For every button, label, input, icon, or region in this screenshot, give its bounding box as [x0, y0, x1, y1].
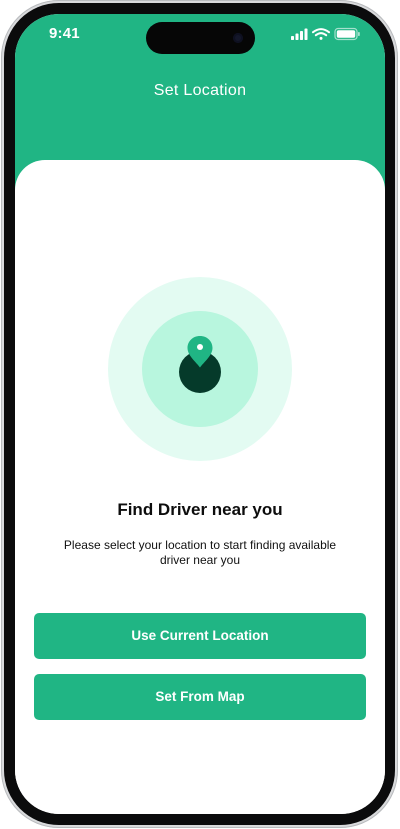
signal-icon	[291, 28, 308, 40]
wifi-icon	[312, 28, 330, 40]
status-bar: 9:41	[15, 14, 385, 56]
location-pin-icon	[187, 336, 213, 368]
location-illustration	[108, 277, 292, 461]
set-from-map-button[interactable]: Set From Map	[34, 674, 366, 720]
app-screen: 9:41 Set Location Find Driver near you P…	[15, 14, 385, 814]
description-text: Please select your location to start fin…	[63, 538, 337, 567]
battery-icon	[334, 27, 360, 41]
headline: Find Driver near you	[117, 500, 283, 519]
dynamic-island	[146, 22, 255, 54]
page-title: Set Location	[153, 82, 247, 99]
phone-device: 9:41 Set Location Find Driver near you P…	[0, 0, 400, 829]
status-icons	[291, 27, 360, 41]
status-time: 9:41	[49, 25, 80, 42]
use-current-location-button[interactable]: Use Current Location	[34, 613, 366, 659]
camera-lens-icon	[233, 33, 243, 43]
